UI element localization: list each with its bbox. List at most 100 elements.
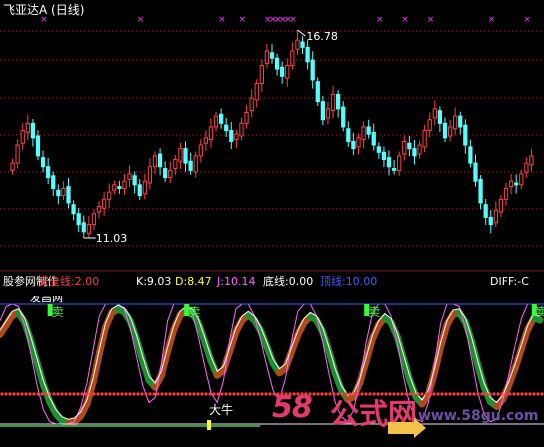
- candle-body: [285, 64, 290, 79]
- signal-crosses: × × × × ×××××× × × × × ×: [40, 15, 531, 25]
- safety-line-dot: [48, 392, 52, 396]
- safety-line-dot: [208, 392, 212, 396]
- safety-line-dot: [16, 392, 20, 396]
- safety-line-dot: [108, 392, 112, 396]
- candle-body: [20, 130, 25, 144]
- candle-body: [61, 187, 66, 197]
- safety-line-dot: [148, 392, 152, 396]
- safety-line-dot: [88, 392, 92, 396]
- safety-line-dot: [160, 392, 164, 396]
- safety-line-dot: [132, 392, 136, 396]
- candle-body: [514, 182, 519, 186]
- candle-body: [86, 224, 91, 235]
- partial-label: 发昌网: [30, 290, 63, 304]
- candle-body: [305, 46, 310, 63]
- candle-body: [91, 213, 97, 226]
- diff-value: DIFF:-C: [490, 275, 529, 288]
- safety-line-dot: [120, 392, 124, 396]
- watermark-number: 58: [272, 390, 313, 425]
- safety-line-dot: [24, 392, 28, 396]
- candle-body: [519, 173, 524, 186]
- candle-body: [213, 115, 219, 128]
- low-price-label: 11.03: [96, 232, 128, 245]
- candlestick-series[interactable]: [10, 30, 534, 238]
- cross-marker: ×: [289, 15, 297, 25]
- safety-line-dot: [172, 392, 176, 396]
- safety-line-dot: [184, 392, 188, 396]
- candle-body: [173, 159, 178, 170]
- safety-line-value: 安全线:2.00: [38, 274, 99, 288]
- site-watermark: 58 公式网 www.58gu.com: [268, 388, 544, 447]
- candle-body: [422, 130, 427, 148]
- safety-line-dot: [156, 392, 160, 396]
- cross-marker: ×: [488, 15, 496, 25]
- candle-body: [239, 122, 244, 137]
- safety-line-dot: [124, 392, 128, 396]
- candle-body: [432, 108, 437, 119]
- candle-body: [351, 140, 356, 150]
- candle-body: [254, 83, 259, 101]
- candle-body: [417, 144, 422, 155]
- safety-line-dot: [112, 392, 116, 396]
- candle-body: [473, 162, 478, 182]
- chart-canvas[interactable]: × × × × ×××××× × × × × × 16.78 11.03 飞亚达A (日线) 股参…: [0, 0, 544, 447]
- safety-line-dot: [240, 392, 244, 396]
- safety-line-dot: [100, 392, 104, 396]
- safety-line-dot: [44, 392, 48, 396]
- candle-body: [330, 93, 336, 112]
- candle-body: [157, 153, 163, 168]
- cross-marker: ×: [427, 15, 435, 25]
- band-segment: [89, 350, 103, 386]
- candle-body: [315, 81, 320, 103]
- candle-body: [122, 180, 127, 189]
- safety-line-dot: [260, 392, 264, 396]
- candle-body: [112, 184, 117, 191]
- candle-body: [188, 160, 193, 171]
- indicator-header: 股参网制作 安全线:2.00 K:9.03 D:8.47 J:10.14 底线:…: [3, 274, 529, 304]
- candle-body: [361, 126, 366, 141]
- candle-body: [498, 198, 504, 213]
- candle-body: [437, 110, 443, 124]
- candle-body: [244, 111, 249, 124]
- safety-line-dot: [244, 392, 248, 396]
- safety-line-dot: [52, 392, 56, 396]
- candle-body: [341, 106, 346, 128]
- candle-body: [508, 180, 514, 188]
- chart-title: 飞亚达A (日线): [3, 3, 84, 17]
- safety-line-dot: [176, 392, 180, 396]
- chart-window: × × × × × × × × × × × × × × × 16.78 11.03 飞亚达A (日线) 股参…: [0, 0, 544, 447]
- candle-body: [117, 186, 122, 189]
- candle-body: [46, 166, 51, 179]
- candle-body: [152, 155, 158, 168]
- safety-line-dot: [104, 392, 108, 396]
- candle-body: [25, 122, 30, 133]
- safety-line-dot: [152, 392, 156, 396]
- safety-line-dot: [80, 392, 84, 396]
- candle-body: [40, 157, 46, 168]
- safety-line-dot: [228, 392, 232, 396]
- candle-body: [402, 140, 407, 155]
- candle-body: [320, 101, 326, 121]
- safety-line-dot: [8, 392, 12, 396]
- safety-line-dot: [188, 392, 192, 396]
- candle-body: [529, 155, 534, 166]
- cross-marker: ×: [137, 15, 145, 25]
- safety-line-dot: [224, 392, 228, 396]
- safety-line-dot: [204, 392, 208, 396]
- candle-body: [10, 162, 15, 171]
- candle-body: [229, 130, 234, 142]
- candle-body: [198, 144, 203, 157]
- safety-line-dot: [144, 392, 148, 396]
- safety-line-dot: [196, 392, 200, 396]
- candle-body: [376, 146, 381, 153]
- candle-body: [356, 137, 361, 148]
- candle-body: [51, 175, 56, 189]
- safety-line-dot: [32, 392, 36, 396]
- candle-body: [483, 204, 488, 218]
- cross-marker: ×: [218, 15, 226, 25]
- safety-line-dot: [136, 392, 140, 396]
- candle-body: [259, 64, 264, 85]
- top-line-value: 顶线:10.00: [320, 274, 377, 288]
- safety-line-dot: [84, 392, 88, 396]
- candle-body: [142, 180, 147, 195]
